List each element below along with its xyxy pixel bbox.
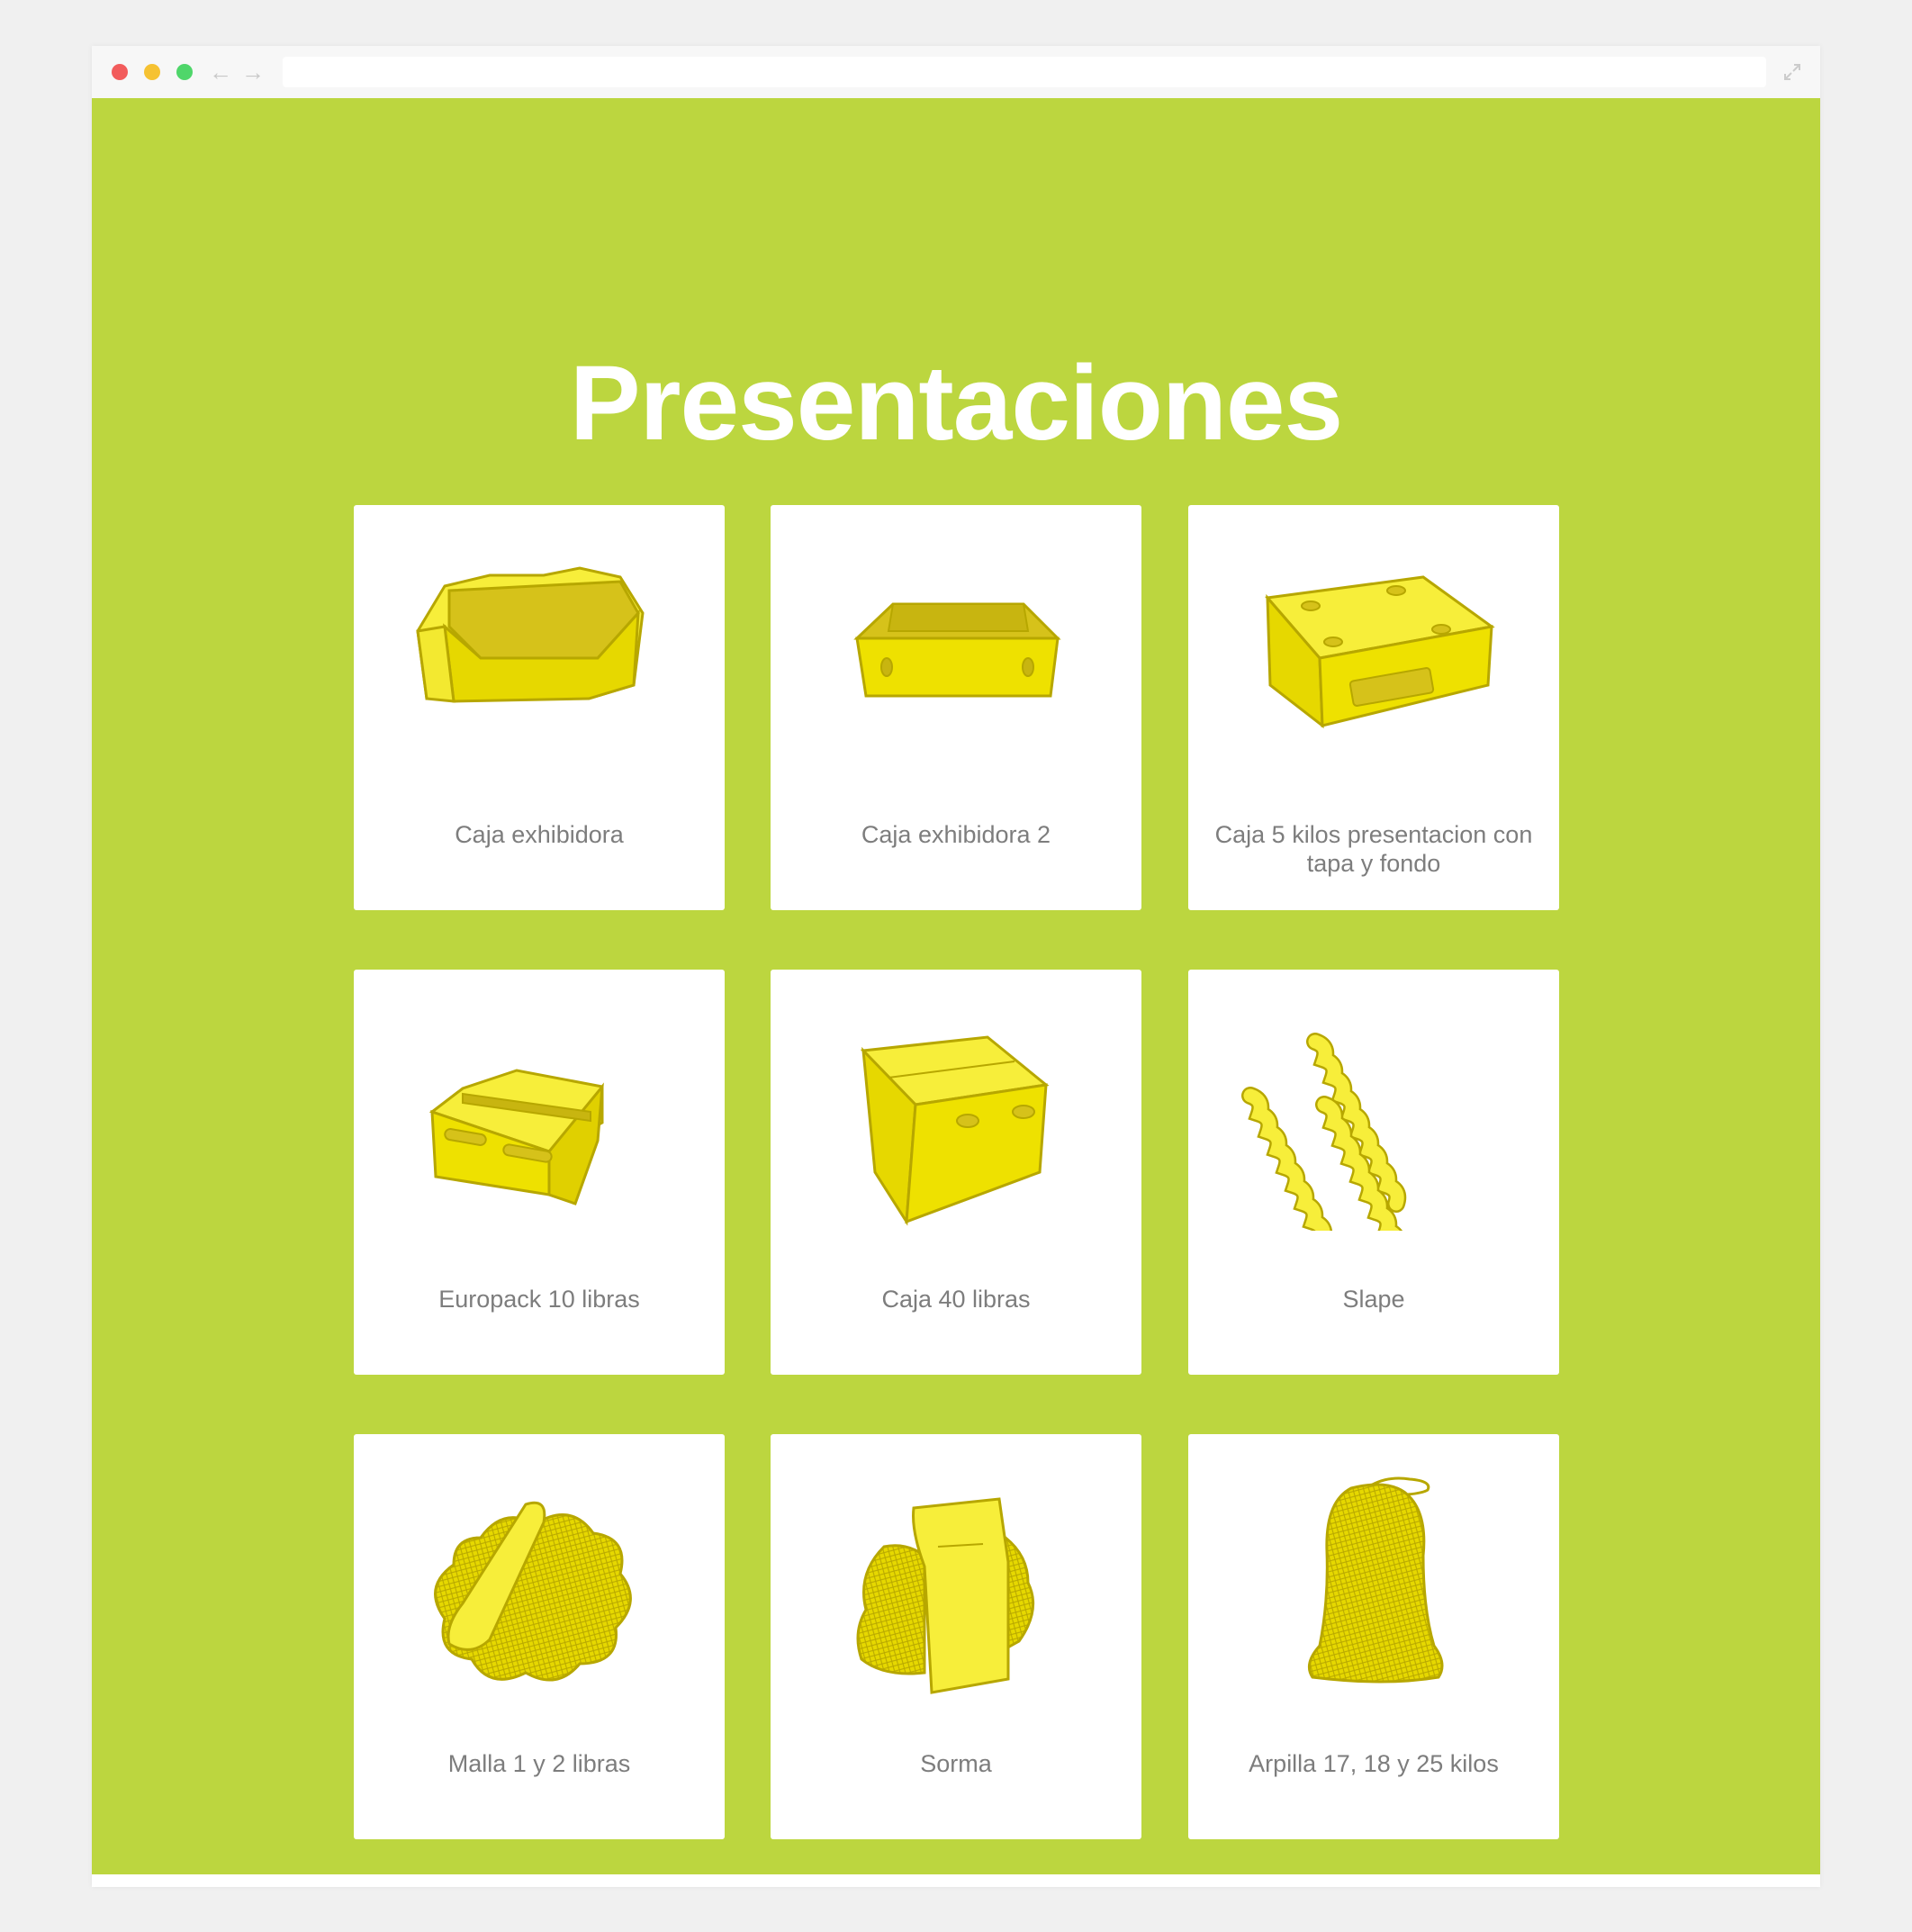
- product-label: Caja 40 libras: [881, 1286, 1031, 1313]
- product-card[interactable]: Sorma: [771, 1434, 1141, 1839]
- sack-icon: [1307, 1476, 1444, 1684]
- product-card[interactable]: Arpilla 17, 18 y 25 kilos: [1188, 1434, 1559, 1839]
- product-label: Caja 5 kilos presentacion con tapa y fon…: [1214, 821, 1533, 877]
- address-bar[interactable]: [283, 57, 1766, 87]
- page-bottom-edge: [92, 1874, 1820, 1881]
- page-title: Presentaciones: [569, 344, 1343, 464]
- presentaciones-section: Presentaciones Caja exhibidora Caja exhi…: [92, 98, 1820, 1881]
- product-card[interactable]: Caja 5 kilos presentacion con tapa y fon…: [1188, 505, 1559, 910]
- product-card[interactable]: Europack 10 libras: [354, 970, 725, 1375]
- mesh-bag-icon: [434, 1501, 632, 1682]
- display-box-icon: [416, 566, 645, 703]
- product-label: Sorma: [920, 1750, 992, 1777]
- product-label: Caja exhibidora: [455, 821, 624, 848]
- product-label: Arpilla 17, 18 y 25 kilos: [1249, 1750, 1499, 1777]
- minimize-window-button[interactable]: [144, 64, 160, 80]
- browser-window: ← → Presentaciones Caja exhibidora Caja …: [92, 46, 1820, 1887]
- product-label: Slape: [1342, 1286, 1405, 1313]
- browser-toolbar: ← →: [92, 46, 1820, 98]
- product-card[interactable]: Caja exhibidora 2: [771, 505, 1141, 910]
- lidded-box-icon: [1265, 575, 1495, 729]
- sorma-bag-icon: [856, 1497, 1035, 1694]
- product-label: Caja exhibidora 2: [861, 821, 1051, 848]
- product-card[interactable]: Caja 40 libras: [771, 970, 1141, 1375]
- product-label: Europack 10 libras: [438, 1286, 640, 1313]
- product-label: Malla 1 y 2 libras: [447, 1750, 631, 1777]
- maximize-window-button[interactable]: [176, 64, 193, 80]
- product-card[interactable]: Slape: [1188, 970, 1559, 1375]
- large-carton-icon: [860, 1035, 1050, 1226]
- arrow-right-icon[interactable]: →: [241, 59, 265, 86]
- expand-icon[interactable]: [1781, 60, 1804, 84]
- slape-strips-icon: [1241, 1033, 1407, 1231]
- europack-box-icon: [428, 1069, 604, 1205]
- product-card[interactable]: Malla 1 y 2 libras: [354, 1434, 725, 1839]
- arrow-left-icon[interactable]: ←: [209, 59, 232, 86]
- close-window-button[interactable]: [112, 64, 128, 80]
- product-card[interactable]: Caja exhibidora: [354, 505, 725, 910]
- open-tray-box-icon: [853, 602, 1061, 698]
